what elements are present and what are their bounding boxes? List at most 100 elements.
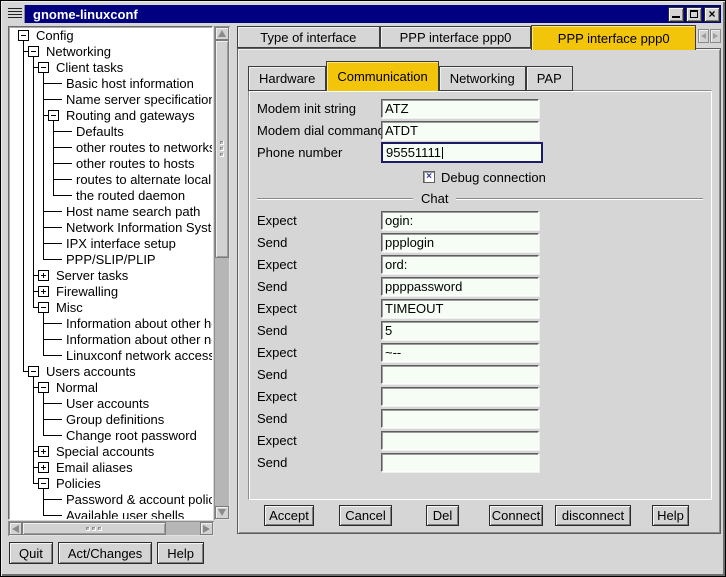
minus-box-icon[interactable] (28, 366, 39, 377)
tree-item-label[interactable]: Networking (46, 44, 111, 60)
tree-item-label[interactable]: Normal (56, 380, 98, 396)
tree-item[interactable]: Firewalling (10, 284, 212, 300)
tree-item-label[interactable]: Routing and gateways (66, 108, 195, 124)
tree-item[interactable]: Defaults (10, 124, 212, 140)
tree-item[interactable]: Normal (10, 380, 212, 396)
scroll-down-button[interactable] (215, 506, 229, 519)
plus-box-icon[interactable] (38, 286, 49, 297)
tree-item-label[interactable]: Firewalling (56, 284, 118, 300)
debug-connection-checkbox[interactable]: × (423, 171, 435, 183)
plus-box-icon[interactable] (38, 446, 49, 457)
minus-box-icon[interactable] (38, 478, 49, 489)
tree-item[interactable]: PPP/SLIP/PLIP (10, 252, 212, 268)
close-button[interactable]: × (704, 7, 720, 22)
disconnect-button[interactable]: disconnect (555, 505, 631, 526)
tree-item-label[interactable]: Change root password (66, 428, 197, 444)
chat-expect-field-11[interactable] (381, 431, 539, 450)
tree-item[interactable]: other routes to networks (10, 140, 212, 156)
minus-box-icon[interactable] (28, 46, 39, 57)
chat-send-field-8[interactable] (381, 365, 539, 384)
connect-button[interactable]: Connect (489, 505, 543, 526)
maximize-button[interactable] (686, 7, 702, 22)
main-tab-2[interactable]: PPP interface ppp0 (380, 26, 532, 48)
tree-item-label[interactable]: other routes to hosts (76, 156, 195, 172)
tree-item[interactable]: Routing and gateways (10, 108, 212, 124)
tree-item[interactable]: Special accounts (10, 444, 212, 460)
tree-item-label[interactable]: User accounts (66, 396, 149, 412)
minimize-button[interactable] (668, 7, 684, 22)
scroll-up-button[interactable] (215, 27, 229, 40)
horizontal-scrollbar-thumb[interactable] (22, 522, 166, 535)
chat-expect-field-7[interactable]: ~-- (381, 343, 539, 362)
modem-init-string-field[interactable]: ATZ (381, 99, 539, 118)
tree-horizontal-scrollbar[interactable] (8, 521, 214, 536)
tree-item-label[interactable]: Network Information System (66, 220, 213, 236)
tab-scroll-right-button[interactable] (710, 29, 721, 43)
tree-item[interactable]: Networking (10, 44, 212, 60)
plus-box-icon[interactable] (38, 462, 49, 473)
tree-item[interactable]: Change root password (10, 428, 212, 444)
tree-item-label[interactable]: Defaults (76, 124, 124, 140)
del-button[interactable]: Del (426, 505, 459, 526)
tree-item[interactable]: User accounts (10, 396, 212, 412)
tree-item-label[interactable]: Basic host information (66, 76, 194, 92)
tree-item[interactable]: Basic host information (10, 76, 212, 92)
chat-expect-field-5[interactable]: TIMEOUT (381, 299, 539, 318)
tree-item-label[interactable]: Password & account policies (66, 492, 213, 508)
tree-item[interactable]: Misc (10, 300, 212, 316)
accept-button[interactable]: Accept (264, 505, 314, 526)
tree-item-label[interactable]: IPX interface setup (66, 236, 176, 252)
tree-item[interactable]: Email aliases (10, 460, 212, 476)
tree-item-label[interactable]: PPP/SLIP/PLIP (66, 252, 156, 268)
tree-item[interactable]: Network Information System (10, 220, 212, 236)
chat-send-field-12[interactable] (381, 453, 539, 472)
tree-vertical-scrollbar[interactable] (214, 26, 230, 520)
tree-item-label[interactable]: Misc (56, 300, 83, 316)
tree-item-label[interactable]: Email aliases (56, 460, 133, 476)
chat-expect-field-3[interactable]: ord: (381, 255, 539, 274)
chat-send-field-6[interactable]: 5 (381, 321, 539, 340)
tree-item[interactable]: Group definitions (10, 412, 212, 428)
tree-item[interactable]: Client tasks (10, 60, 212, 76)
tree-item-label[interactable]: Information about other hosts (66, 316, 213, 332)
tree-item[interactable]: Linuxconf network access (10, 348, 212, 364)
tree-item[interactable]: Server tasks (10, 268, 212, 284)
scroll-left-button[interactable] (9, 522, 22, 535)
minus-box-icon[interactable] (18, 30, 29, 41)
help-button[interactable]: Help (157, 542, 204, 564)
tree-item-label[interactable]: Client tasks (56, 60, 123, 76)
tree-view[interactable]: ConfigNetworkingClient tasksBasic host i… (8, 26, 213, 520)
tree-item[interactable]: Name server specification (DNS) (10, 92, 212, 108)
tree-item-label[interactable]: Special accounts (56, 444, 154, 460)
minus-box-icon[interactable] (38, 302, 49, 313)
tree-item-label[interactable]: Name server specification (DNS) (66, 92, 213, 108)
scroll-right-button[interactable] (200, 522, 213, 535)
main-tab-1[interactable]: Type of interface (237, 26, 380, 48)
tree-item[interactable]: Policies (10, 476, 212, 492)
tree-item[interactable]: Users accounts (10, 364, 212, 380)
phone-number-field[interactable]: 95551111 (381, 142, 543, 163)
tree-item[interactable]: Config (10, 28, 212, 44)
tree-item-label[interactable]: Available user shells (66, 508, 184, 520)
quit-button[interactable]: Quit (9, 542, 53, 564)
tree-item-label[interactable]: Group definitions (66, 412, 164, 428)
tree-item-label[interactable]: Users accounts (46, 364, 136, 380)
tree-item[interactable]: IPX interface setup (10, 236, 212, 252)
plus-box-icon[interactable] (38, 270, 49, 281)
tree-item[interactable]: Information about other hosts (10, 316, 212, 332)
cancel-button[interactable]: Cancel (339, 505, 392, 526)
tree-item-label[interactable]: other routes to networks (76, 140, 213, 156)
chat-send-field-2[interactable]: ppplogin (381, 233, 539, 252)
tree-item-label[interactable]: Linuxconf network access (66, 348, 213, 364)
tree-item[interactable]: Password & account policies (10, 492, 212, 508)
tree-item[interactable]: Available user shells (10, 508, 212, 520)
tree-item-label[interactable]: Server tasks (56, 268, 128, 284)
minus-box-icon[interactable] (38, 382, 49, 393)
chat-send-field-4[interactable]: ppppassword (381, 277, 539, 296)
tree-item[interactable]: Information about other networks (10, 332, 212, 348)
window-menu-button[interactable] (5, 5, 25, 23)
sub-tab-hardware[interactable]: Hardware (248, 66, 326, 91)
minus-box-icon[interactable] (48, 110, 59, 121)
tree-item[interactable]: other routes to hosts (10, 156, 212, 172)
tab-scroll-left-button[interactable] (698, 29, 709, 43)
